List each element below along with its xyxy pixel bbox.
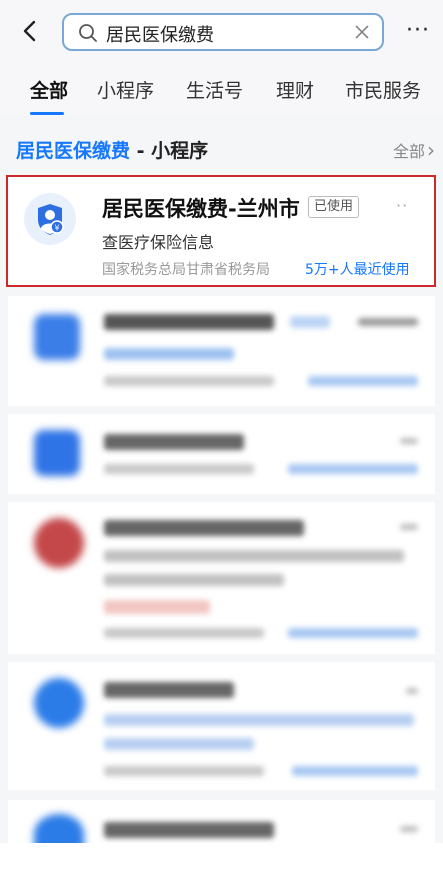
blurred-text (400, 524, 418, 530)
blurred-text (104, 520, 304, 536)
blurred-text (104, 348, 234, 360)
blurred-text (104, 464, 254, 474)
category-tabs: 全部 小程序 生活号 理财 市民服务 (0, 68, 443, 116)
blurred-text (288, 628, 418, 638)
result-card-blurred[interactable] (8, 296, 435, 406)
blurred-app-icon (34, 314, 80, 360)
blurred-text (292, 766, 418, 776)
tab-citizen-services[interactable]: 市民服务 (345, 76, 421, 103)
blurred-text (104, 682, 234, 698)
bottom-area (0, 843, 443, 873)
blurred-text (104, 766, 264, 776)
blurred-text (104, 574, 284, 586)
blurred-text (104, 822, 274, 838)
blurred-app-icon (34, 518, 84, 568)
app-usage-count: 5万+人最近使用 (305, 262, 410, 278)
section-header: 居民医保缴费 - 小程序 全部 › (0, 126, 443, 170)
app-provider: 国家税务总局甘肃省税务局 (102, 262, 270, 278)
svg-text:¥: ¥ (54, 224, 59, 233)
result-card-blurred[interactable] (8, 800, 435, 854)
tab-finance[interactable]: 理财 (276, 76, 314, 103)
more-icon[interactable]: ·· (396, 196, 408, 215)
app-title: 居民医保缴费-兰州市 (102, 197, 300, 221)
section-title-query: 居民医保缴费 (16, 140, 131, 162)
result-card-blurred[interactable] (8, 502, 435, 654)
used-badge: 已使用 (308, 196, 360, 218)
blurred-text (406, 688, 418, 694)
search-box[interactable] (62, 13, 384, 51)
search-input[interactable] (104, 19, 348, 49)
tab-mini-programs[interactable]: 小程序 (97, 76, 154, 103)
blurred-text (400, 826, 418, 832)
more-options-icon[interactable]: ··· (404, 20, 432, 42)
blurred-text (358, 318, 418, 326)
blurred-text (288, 464, 418, 474)
top-bar: ··· (0, 0, 443, 68)
blurred-app-icon (34, 678, 84, 728)
blurred-text (104, 714, 414, 726)
chevron-right-icon: › (427, 138, 435, 162)
blurred-text (104, 738, 254, 750)
blurred-text (308, 376, 418, 386)
app-description: 查医疗保险信息 (102, 233, 215, 252)
blurred-app-icon (34, 430, 80, 476)
blurred-text (400, 438, 418, 444)
active-tab-indicator (30, 112, 64, 115)
section-title: 居民医保缴费 - 小程序 (16, 136, 208, 163)
search-icon (79, 24, 97, 42)
blurred-text (104, 628, 264, 638)
shield-person-icon: ¥ (38, 204, 64, 235)
blurred-text (104, 376, 274, 386)
view-all-label: 全部 (392, 142, 425, 161)
tab-all[interactable]: 全部 (30, 76, 68, 103)
app-icon: ¥ (24, 193, 76, 245)
back-icon[interactable] (20, 20, 42, 42)
blurred-text (104, 550, 404, 562)
section-title-suffix: - 小程序 (130, 140, 209, 162)
view-all-link[interactable]: 全部 › (393, 138, 435, 162)
tab-life-accounts[interactable]: 生活号 (186, 76, 243, 103)
blurred-text (104, 600, 210, 614)
close-icon[interactable] (354, 24, 370, 40)
blurred-text (290, 316, 330, 328)
result-card-blurred[interactable] (8, 662, 435, 790)
blurred-text (104, 314, 274, 330)
blurred-text (104, 434, 244, 450)
result-card-blurred[interactable] (8, 414, 435, 494)
